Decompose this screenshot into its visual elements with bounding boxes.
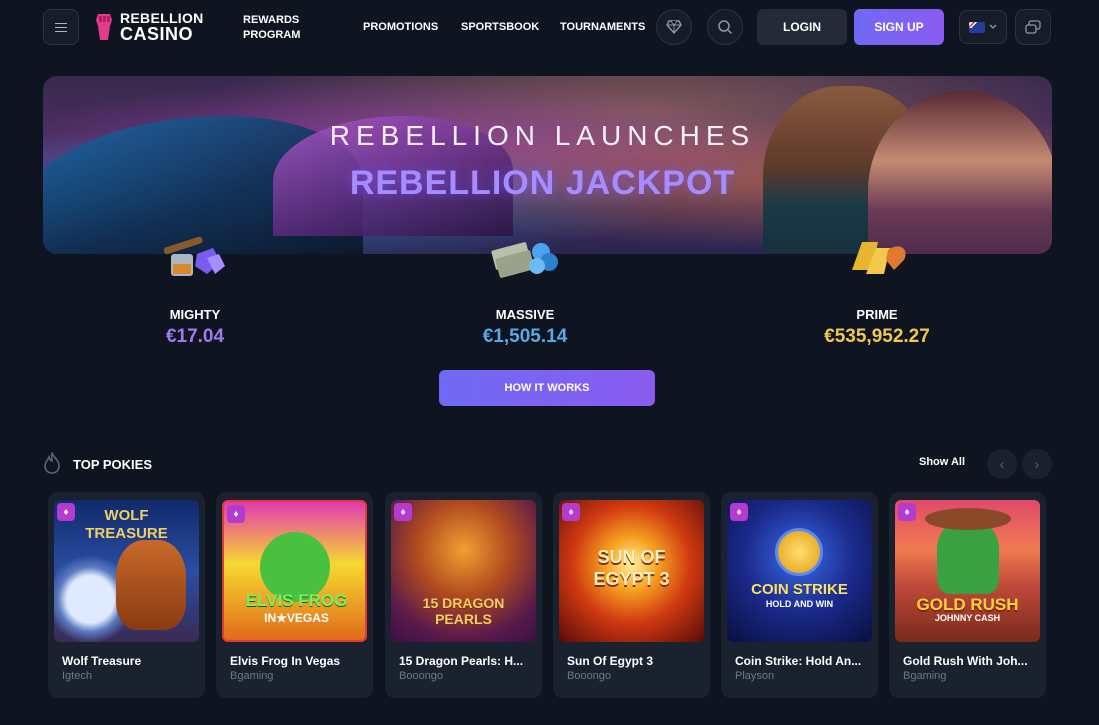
game-card[interactable]: ELVIS FROG IN★VEGAS ♦ Elvis Frog In Vega… (216, 492, 373, 698)
game-card[interactable]: 15 DRAGON PEARLS ♦ 15 Dragon Pearls: H..… (385, 492, 542, 698)
menu-button[interactable] (43, 9, 79, 45)
diamond-icon (666, 20, 682, 34)
logo[interactable]: REBELLION CASINO (94, 11, 204, 43)
game-name[interactable]: Coin Strike: Hold An... (735, 654, 865, 668)
jackpot-label: PRIME (856, 307, 898, 322)
gem-badge-icon: ♦ (57, 503, 75, 521)
login-button[interactable]: LOGIN (757, 9, 847, 45)
game-provider: Booongo (567, 670, 612, 682)
australia-flag-icon (969, 21, 985, 33)
game-logo-line1: ELVIS FROG (245, 591, 348, 610)
game-thumbnail[interactable]: 15 DRAGON PEARLS ♦ (391, 500, 536, 642)
chevron-down-icon (989, 24, 997, 29)
game-thumbnail[interactable]: GOLD RUSH JOHNNY CASH ♦ (895, 500, 1040, 642)
gem-badge-icon: ♦ (898, 503, 916, 521)
game-logo-line2: JOHNNY CASH (934, 613, 1001, 623)
banner-title-line1: REBELLION LAUNCHES (329, 120, 756, 151)
cash-stack-icon (491, 242, 558, 278)
jackpot-massive: MASSIVE €1,505.14 (445, 307, 605, 348)
game-name[interactable]: Gold Rush With Joh... (903, 654, 1033, 668)
game-logo-line1: 15 DRAGON (422, 595, 505, 611)
game-card[interactable]: SUN OF EGYPT 3 ♦ Sun Of Egypt 3 Booongo (553, 492, 710, 698)
game-logo-line2: HOLD AND WIN (765, 599, 834, 609)
jackpot-mighty: MIGHTY €17.04 (115, 307, 275, 348)
game-name[interactable]: Wolf Treasure (62, 654, 192, 668)
game-provider: Bgaming (230, 670, 274, 682)
top-pokies-header: TOP POKIES Show All ‹ › (43, 449, 1052, 479)
search-icon (718, 20, 733, 35)
chat-button[interactable] (1015, 9, 1051, 45)
game-logo-line1: WOLF (104, 507, 149, 524)
game-logo-line2: PEARLS (435, 611, 492, 627)
game-logo-line1: SUN OF (597, 547, 666, 567)
hamburger-icon (55, 22, 67, 32)
gold-bars-icon (852, 242, 906, 274)
game-provider: Playson (735, 670, 775, 682)
game-logo-line2: IN★VEGAS (264, 611, 329, 625)
jackpot-label: MASSIVE (495, 307, 555, 322)
jackpot-prime: PRIME €535,952.27 (797, 307, 957, 348)
nav-promotions[interactable]: PROMOTIONS (363, 21, 438, 33)
logo-line1: REBELLION (120, 10, 204, 26)
game-logo-line1: GOLD RUSH (916, 595, 1019, 614)
section-title: TOP POKIES (73, 457, 152, 472)
game-thumbnail[interactable]: COIN STRIKE HOLD AND WIN ♦ (727, 500, 872, 642)
cigar-gems-icon (163, 236, 225, 276)
chevron-left-icon: ‹ (999, 456, 1005, 472)
gem-badge-icon: ♦ (730, 503, 748, 521)
fire-icon (44, 452, 60, 474)
gem-badge-icon: ♦ (227, 505, 245, 523)
game-name[interactable]: 15 Dragon Pearls: H... (399, 654, 529, 668)
banner-title-line2: REBELLION JACKPOT (349, 164, 736, 202)
diamond-button[interactable] (656, 9, 692, 45)
nav-tournaments[interactable]: TOURNAMENTS (560, 21, 645, 33)
game-name[interactable]: Elvis Frog In Vegas (230, 654, 360, 668)
game-thumbnail[interactable]: SUN OF EGYPT 3 ♦ (559, 500, 704, 642)
search-button[interactable] (707, 9, 743, 45)
how-it-works-button[interactable]: HOW IT WORKS (439, 370, 655, 406)
jackpot-value: €535,952.27 (824, 326, 930, 347)
header: REBELLION CASINO REWARDS PROGRAM PROMOTI… (0, 0, 1099, 54)
language-selector[interactable] (959, 10, 1007, 44)
game-name[interactable]: Sun Of Egypt 3 (567, 654, 697, 668)
next-button[interactable]: › (1022, 449, 1052, 479)
prev-button[interactable]: ‹ (987, 449, 1017, 479)
fist-logo-icon (96, 14, 112, 40)
chevron-right-icon: › (1034, 456, 1040, 472)
gem-badge-icon: ♦ (394, 503, 412, 521)
game-provider: Igtech (62, 670, 92, 682)
game-provider: Booongo (399, 670, 444, 682)
jackpot-value: €1,505.14 (482, 326, 568, 347)
jackpot-value: €17.04 (165, 326, 225, 347)
jackpot-label: MIGHTY (169, 307, 221, 322)
signup-button[interactable]: SIGN UP (854, 9, 944, 45)
game-thumbnail[interactable]: ELVIS FROG IN★VEGAS ♦ (222, 500, 367, 642)
nav-rewards-program[interactable]: REWARDS PROGRAM (243, 13, 313, 43)
chat-icon (1025, 19, 1041, 34)
nav-sportsbook[interactable]: SPORTSBOOK (461, 21, 539, 33)
logo-line2: CASINO (120, 24, 194, 44)
game-card[interactable]: GOLD RUSH JOHNNY CASH ♦ Gold Rush With J… (889, 492, 1046, 698)
show-all-link[interactable]: Show All (919, 456, 965, 468)
game-card[interactable]: COIN STRIKE HOLD AND WIN ♦ Coin Strike: … (721, 492, 878, 698)
gem-badge-icon: ♦ (562, 503, 580, 521)
game-logo-line2: EGYPT 3 (593, 569, 670, 589)
game-card[interactable]: WOLF TREASURE ♦ Wolf Treasure Igtech (48, 492, 205, 698)
promo-banner[interactable]: REBELLION LAUNCHES REBELLION JACKPOT (43, 76, 1052, 254)
game-provider: Bgaming (903, 670, 947, 682)
game-thumbnail[interactable]: WOLF TREASURE ♦ (54, 500, 199, 642)
game-logo-line2: TREASURE (85, 525, 168, 542)
game-logo-line1: COIN STRIKE (751, 581, 848, 598)
